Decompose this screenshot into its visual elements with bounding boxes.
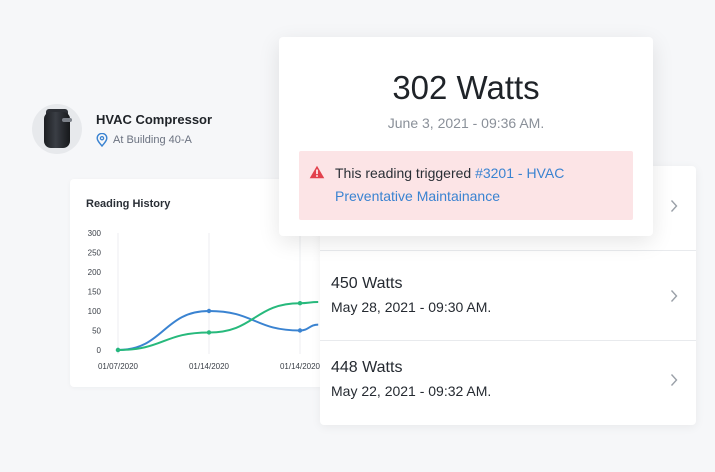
alert-prefix: This reading triggered <box>335 165 476 181</box>
reading-row[interactable]: 450 Watts May 28, 2021 - 09:30 AM. <box>320 256 696 341</box>
warning-icon <box>309 165 325 179</box>
chevron-right-icon <box>670 290 678 302</box>
chevron-right-icon <box>670 374 678 386</box>
x-tick-label: 01/14/2020 <box>280 362 321 371</box>
alert-text: This reading triggered #3201 - HVAC Prev… <box>335 162 617 208</box>
y-tick-label: 250 <box>88 249 102 258</box>
y-tick-label: 300 <box>88 229 102 238</box>
y-tick-label: 100 <box>88 307 102 316</box>
data-point <box>206 330 212 335</box>
popup-watts: 302 Watts <box>392 69 540 106</box>
y-tick-label: 0 <box>97 346 102 355</box>
data-point <box>206 308 212 314</box>
alert-banner: This reading triggered #3201 - HVAC Prev… <box>299 151 633 220</box>
reading-date: May 28, 2021 - 09:30 AM. <box>331 299 492 315</box>
y-tick-label: 150 <box>88 288 102 297</box>
reading-watts: 448 Watts <box>331 359 403 376</box>
x-tick-label: 01/14/2020 <box>189 362 230 371</box>
data-point <box>115 347 121 353</box>
y-tick-label: 200 <box>88 268 102 277</box>
reading-detail-popup: 302 Watts June 3, 2021 - 09:36 AM. This … <box>279 37 653 236</box>
asset-location-text: At Building 40-A <box>113 133 192 146</box>
data-point <box>297 301 303 306</box>
data-point <box>297 328 303 333</box>
reading-row[interactable]: 448 Watts May 22, 2021 - 09:32 AM. <box>320 340 696 424</box>
asset-avatar <box>32 104 82 154</box>
asset-location: At Building 40-A <box>96 132 212 147</box>
series-line <box>117 309 319 351</box>
popup-date: June 3, 2021 - 09:36 AM. <box>387 115 545 131</box>
asset-info: HVAC Compressor At Building 40-A <box>96 112 212 147</box>
asset-name: HVAC Compressor <box>96 111 213 127</box>
reading-watts: 450 Watts <box>331 275 403 292</box>
reading-date: May 22, 2021 - 09:32 AM. <box>331 383 492 399</box>
map-pin-icon <box>96 132 108 147</box>
y-tick-label: 50 <box>92 327 101 336</box>
x-tick-label: 01/07/2020 <box>98 362 139 371</box>
asset-header: HVAC Compressor At Building 40-A <box>32 104 212 154</box>
chevron-right-icon <box>670 200 678 212</box>
